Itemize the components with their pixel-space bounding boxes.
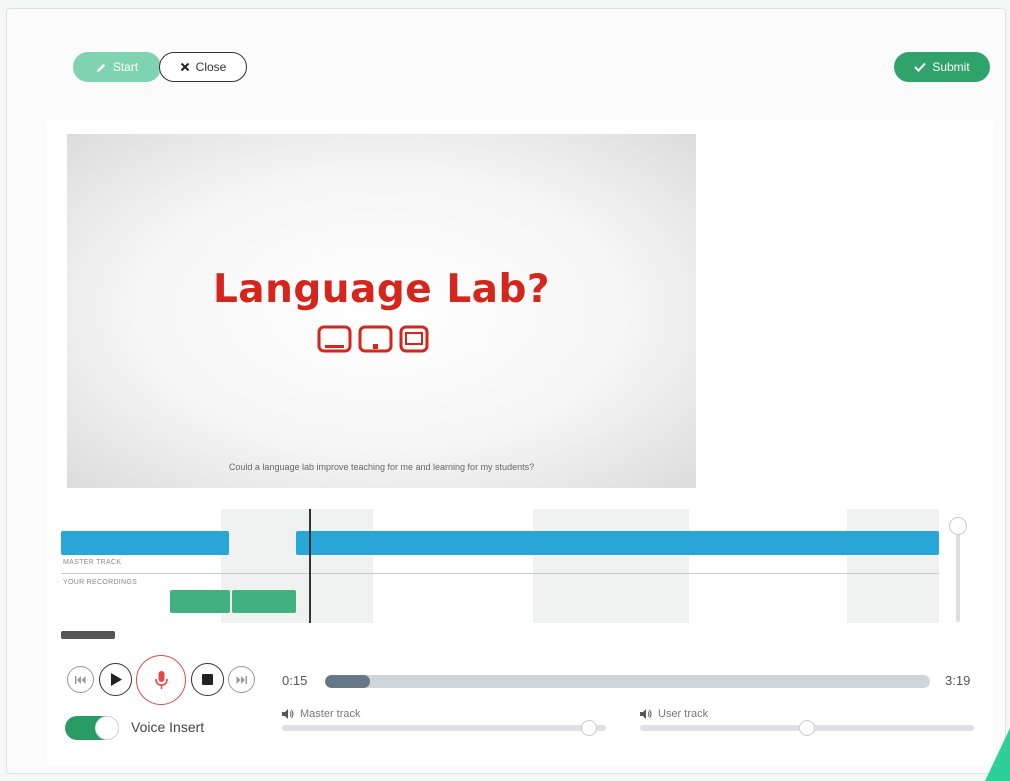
master-volume-slider[interactable]	[282, 720, 606, 736]
start-button[interactable]: Start	[73, 52, 161, 82]
microphone-icon	[154, 670, 168, 689]
playback-progress-fill	[325, 675, 371, 688]
record-button[interactable]	[136, 655, 186, 705]
pencil-icon	[96, 62, 107, 73]
speaker-icon	[282, 709, 294, 719]
skip-forward-icon	[236, 675, 247, 684]
laptop-icon	[317, 325, 352, 353]
device-icons	[317, 325, 429, 353]
skip-back-icon	[75, 675, 86, 684]
timeline-band	[533, 509, 689, 623]
user-volume-handle[interactable]	[799, 720, 815, 736]
corner-decoration	[985, 728, 1010, 781]
language-lab-panel: Start Close Submit Language Lab? Could a…	[6, 8, 1006, 774]
master-volume-handle[interactable]	[580, 720, 597, 736]
timeline-vertical-scrollbar[interactable]	[956, 526, 960, 622]
master-track-clip[interactable]	[61, 531, 229, 555]
video-caption: Could a language lab improve teaching fo…	[228, 462, 535, 472]
voice-insert-toggle-knob	[95, 716, 119, 740]
submit-label: Submit	[932, 60, 970, 74]
master-track-label: MASTER TRACK	[63, 559, 122, 566]
voice-insert-label: Voice Insert	[131, 719, 205, 735]
track-divider	[61, 573, 939, 574]
playhead[interactable]	[309, 509, 311, 623]
start-label: Start	[112, 60, 139, 74]
x-icon	[180, 62, 190, 72]
tablet-icon	[399, 325, 429, 353]
skip-forward-button[interactable]	[228, 666, 255, 693]
video-title: Language Lab?	[212, 267, 551, 312]
user-volume-slider[interactable]	[640, 720, 974, 736]
timeline-band	[847, 509, 939, 623]
skip-back-button[interactable]	[67, 666, 94, 693]
close-label: Close	[195, 60, 227, 74]
current-time: 0:15	[282, 673, 308, 688]
activity-content: Language Lab? Could a language lab impro…	[47, 121, 993, 766]
master-track-clip[interactable]	[296, 531, 939, 555]
close-button[interactable]: Close	[159, 52, 247, 82]
timeline-horizontal-scrollbar[interactable]	[61, 631, 115, 639]
voice-insert-toggle[interactable]	[65, 716, 119, 740]
user-volume-label-group: User track	[640, 708, 708, 720]
audio-timeline[interactable]: MASTER TRACK YOUR RECORDINGS	[61, 509, 939, 623]
speaker-icon	[640, 709, 652, 719]
playback-progress-bar[interactable]	[325, 675, 930, 688]
monitor-icon	[358, 325, 393, 353]
timeline-zoom-handle[interactable]	[949, 517, 967, 535]
recording-clip[interactable]	[170, 590, 230, 613]
user-volume-label: User track	[658, 708, 709, 720]
play-button[interactable]	[99, 663, 132, 696]
master-volume-label-group: Master track	[282, 708, 361, 720]
video-player[interactable]: Language Lab? Could a language lab impro…	[67, 134, 696, 488]
recording-clip[interactable]	[232, 590, 296, 613]
submit-button[interactable]: Submit	[894, 52, 990, 82]
stop-button[interactable]	[191, 663, 224, 696]
total-time: 3:19	[945, 673, 971, 688]
stop-icon	[202, 674, 213, 685]
check-icon	[914, 62, 927, 72]
play-icon	[110, 673, 122, 686]
master-volume-label: Master track	[300, 708, 361, 720]
recordings-track-label: YOUR RECORDINGS	[63, 579, 138, 586]
